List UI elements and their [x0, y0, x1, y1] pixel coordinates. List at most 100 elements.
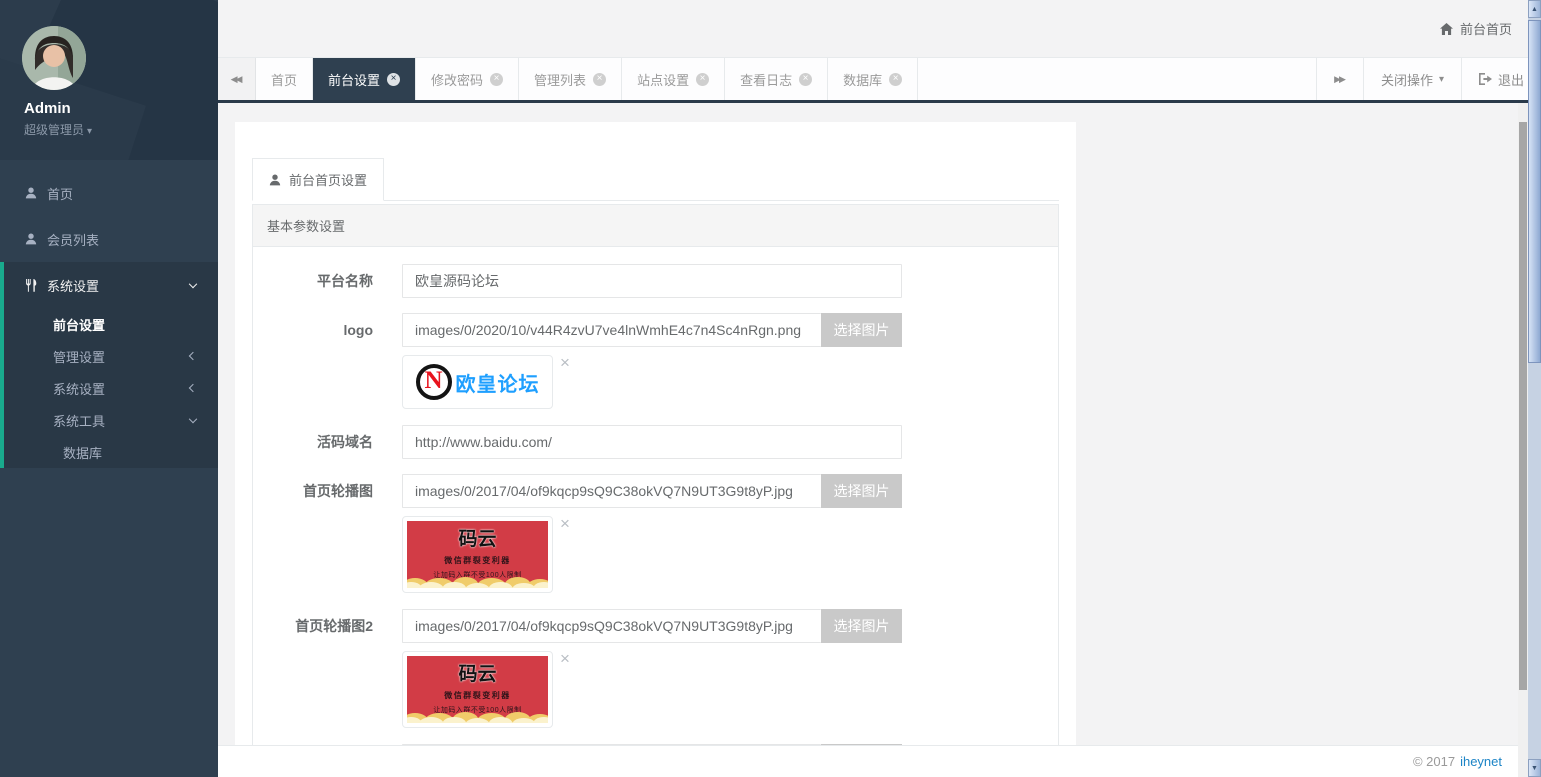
- carousel-2-choose-image-button[interactable]: 选择图片: [821, 609, 902, 643]
- form-row-logo: logo 选择图片: [253, 313, 1058, 347]
- tab-label: 前台设置: [328, 70, 380, 89]
- logo-preview-text: 欧皇论坛: [456, 368, 540, 397]
- tab-frontend-settings[interactable]: 前台设置 ×: [313, 58, 416, 100]
- tab-admin-list[interactable]: 管理列表 ×: [519, 58, 622, 100]
- logo-remove-icon[interactable]: ×: [560, 355, 570, 370]
- tab-database[interactable]: 数据库 ×: [828, 58, 918, 100]
- user-role-label: 超级管理员: [24, 123, 84, 137]
- carousel-2-remove-icon[interactable]: ×: [560, 651, 570, 666]
- tab-home[interactable]: 首页: [256, 58, 313, 100]
- page-tab-label: 前台首页设置: [289, 170, 367, 189]
- caret-down-icon: ▾: [87, 126, 92, 137]
- tab-bar: ◀◀ 首页 前台设置 × 修改密码 × 管理列表 × 站点设置 × 查看: [218, 57, 1541, 103]
- tab-close-icon[interactable]: ×: [387, 73, 400, 86]
- carousel-2-preview: 码云 微信群裂变利器 让加码入群不受100人限制: [402, 651, 553, 728]
- double-left-icon: ◀◀: [231, 74, 243, 85]
- logo-emblem: N: [416, 364, 452, 400]
- carousel-1-label: 首页轮播图: [253, 481, 402, 501]
- sidebar-subitem-admin-settings[interactable]: 管理设置: [4, 340, 218, 372]
- caret-down-icon: ▾: [1439, 74, 1444, 85]
- carousel-2-label: 首页轮播图2: [253, 616, 402, 636]
- carousel-1-choose-image-button[interactable]: 选择图片: [821, 474, 902, 508]
- carousel-1-remove-icon[interactable]: ×: [560, 516, 570, 531]
- sidebar-subitem-label: 前台设置: [53, 315, 105, 334]
- sidebar-item-system-settings[interactable]: 系统设置: [4, 262, 218, 308]
- logo-label: logo: [253, 322, 402, 338]
- form-row-platform-name: 平台名称: [253, 264, 1058, 298]
- chevron-down-icon: [189, 280, 197, 288]
- sidebar-subitem-label: 系统工具: [53, 411, 105, 430]
- avatar[interactable]: [22, 26, 86, 90]
- logo-choose-image-button[interactable]: 选择图片: [821, 313, 902, 347]
- user-role-dropdown[interactable]: 超级管理员▾: [24, 121, 92, 138]
- tab-label: 查看日志: [740, 70, 792, 89]
- form-row-carousel-1: 首页轮播图 选择图片: [253, 474, 1058, 508]
- page-tabs: 前台首页设置: [252, 158, 1059, 201]
- tab-close-icon[interactable]: ×: [490, 73, 503, 86]
- carousel-1-input-group: 选择图片: [402, 474, 902, 508]
- sidebar-item-home[interactable]: 首页: [0, 170, 218, 216]
- sidebar-item-label: 会员列表: [47, 230, 99, 249]
- window-scrollbar[interactable]: ▲ ▼: [1528, 0, 1541, 777]
- window-scrollbar-thumb[interactable]: [1528, 20, 1541, 363]
- banner-title: 码云: [407, 659, 548, 686]
- form-row-live-code-domain: 活码域名: [253, 425, 1058, 459]
- scroll-down-icon: ▼: [1531, 765, 1538, 772]
- tab-frontend-home-settings[interactable]: 前台首页设置: [252, 158, 384, 201]
- sidebar-item-label: 系统设置: [47, 276, 99, 295]
- banner-subtitle: 微信群裂变利器: [407, 555, 548, 566]
- avatar-image: [22, 26, 86, 90]
- brand-link[interactable]: iheynet: [1460, 754, 1502, 769]
- user-name: Admin: [24, 100, 71, 117]
- live-code-domain-input[interactable]: [402, 425, 902, 459]
- carousel-1-path-input[interactable]: [402, 474, 821, 508]
- logo-path-input[interactable]: [402, 313, 821, 347]
- tab-site-settings[interactable]: 站点设置 ×: [622, 58, 725, 100]
- copyright-text: © 2017: [1413, 754, 1455, 769]
- scroll-down-button[interactable]: ▼: [1528, 759, 1541, 777]
- tab-label: 首页: [271, 70, 297, 89]
- platform-name-input[interactable]: [402, 264, 902, 298]
- banner-title: 码云: [407, 524, 548, 551]
- form-row-carousel-2: 首页轮播图2 选择图片: [253, 609, 1058, 643]
- home-icon: [1440, 23, 1453, 35]
- sidebar-subitem-system-settings[interactable]: 系统设置: [4, 372, 218, 404]
- carousel-2-path-input[interactable]: [402, 609, 821, 643]
- main-area: 前台首页 ◀◀ 首页 前台设置 × 修改密码 × 管理列表 × 站点设置: [218, 0, 1541, 777]
- tab-close-icon[interactable]: ×: [889, 73, 902, 86]
- collapse-tabs-button[interactable]: ◀◀: [218, 58, 256, 100]
- sidebar-subitem-system-tools[interactable]: 系统工具: [4, 404, 218, 436]
- admin-panel-screen: Admin 超级管理员▾ 首页 会员列表: [0, 0, 1541, 777]
- chevron-left-icon: [189, 384, 197, 392]
- carousel-2-preview-row: 码云 微信群裂变利器 让加码入群不受100人限制 ×: [253, 651, 1058, 728]
- tab-close-icon[interactable]: ×: [696, 73, 709, 86]
- expand-tabs-button[interactable]: ▶▶: [1316, 58, 1363, 100]
- scroll-up-button[interactable]: ▲: [1528, 0, 1541, 18]
- tab-label: 修改密码: [431, 70, 483, 89]
- close-operations-dropdown[interactable]: 关闭操作 ▾: [1363, 58, 1461, 100]
- sidebar-item-members[interactable]: 会员列表: [0, 216, 218, 262]
- sidebar-subitem-label: 数据库: [63, 443, 102, 462]
- content-scrollbar[interactable]: [1518, 103, 1528, 777]
- content-area: 前台首页设置 基本参数设置 平台名称 logo: [218, 103, 1541, 777]
- sidebar-subitem-frontend-settings[interactable]: 前台设置: [4, 308, 218, 340]
- panel-body: 平台名称 logo 选择图片: [253, 247, 1058, 777]
- logo-preview-row: N 欧皇论坛 ×: [253, 355, 1058, 409]
- tab-label: 站点设置: [637, 70, 689, 89]
- cutlery-icon: [25, 279, 37, 292]
- chevron-down-icon: [189, 415, 197, 423]
- scroll-up-icon: ▲: [1531, 6, 1538, 13]
- footer: © 2017 iheynet: [218, 745, 1518, 777]
- logo-emblem-letter: N: [424, 368, 442, 393]
- tab-view-logs[interactable]: 查看日志 ×: [725, 58, 828, 100]
- sidebar-subitem-database[interactable]: 数据库: [4, 436, 218, 468]
- tab-change-password[interactable]: 修改密码 ×: [416, 58, 519, 100]
- topbar: 前台首页: [218, 0, 1541, 57]
- content-scrollbar-thumb[interactable]: [1519, 122, 1527, 690]
- close-operations-label: 关闭操作: [1381, 70, 1433, 89]
- sidebar-item-label: 首页: [47, 184, 73, 203]
- tab-close-icon[interactable]: ×: [593, 73, 606, 86]
- sidebar-nav: 首页 会员列表 系统设置 前台设置: [0, 160, 218, 468]
- tab-close-icon[interactable]: ×: [799, 73, 812, 86]
- sign-out-icon: [1479, 73, 1492, 85]
